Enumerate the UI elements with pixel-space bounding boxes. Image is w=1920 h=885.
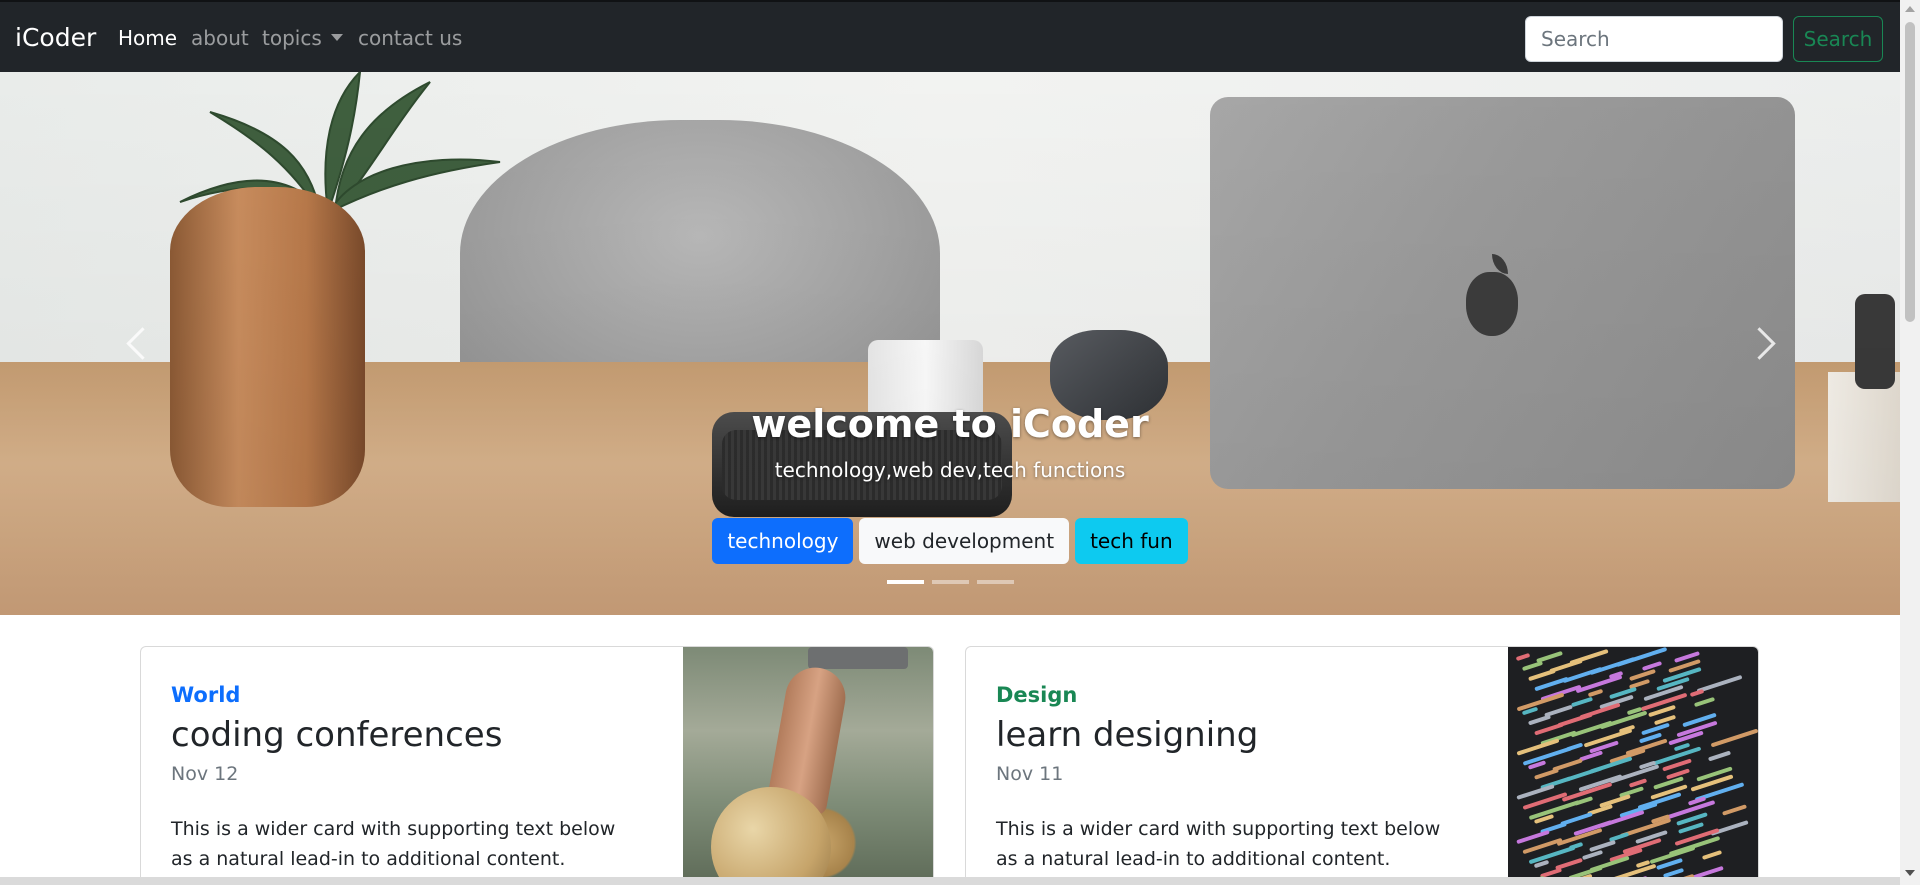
- code-line: [1689, 688, 1705, 698]
- card-date: Nov 11: [996, 763, 1064, 785]
- card-image-globe: [683, 647, 933, 884]
- code-line: [1570, 720, 1613, 738]
- code-line: [1533, 768, 1560, 780]
- carousel-next-button[interactable]: [1734, 318, 1784, 368]
- scroll-down-arrow-icon[interactable]: [1905, 870, 1915, 876]
- code-line: [1589, 839, 1616, 853]
- code-line: [1528, 668, 1556, 682]
- card-text: This is a wider card with supporting tex…: [996, 818, 1441, 870]
- nav-link-home[interactable]: Home: [118, 26, 177, 50]
- vertical-scrollbar[interactable]: [1900, 0, 1920, 885]
- carousel-indicator-3[interactable]: [976, 580, 1014, 584]
- code-line: [1562, 666, 1603, 684]
- code-line: [1707, 750, 1732, 762]
- watch-image: [808, 647, 908, 669]
- caret-down-icon: [330, 34, 343, 41]
- hero-subtitle: technology,web dev,tech functions: [774, 458, 1126, 482]
- code-line: [1570, 696, 1594, 708]
- card-learn-designing: Design learn designing Nov 11 This is a …: [965, 646, 1759, 885]
- scrollbar-thumb[interactable]: [1905, 22, 1915, 322]
- carousel-indicator-1[interactable]: [886, 580, 924, 584]
- code-line: [1521, 660, 1544, 672]
- code-line: [1693, 696, 1716, 708]
- code-line: [1710, 728, 1758, 748]
- card-title: coding conferences: [171, 715, 503, 755]
- nav-dropdown-topics[interactable]: topics: [262, 26, 343, 50]
- code-line: [1701, 850, 1723, 860]
- scroll-up-arrow-icon[interactable]: [1905, 6, 1915, 12]
- nav-link-contact[interactable]: contact us: [358, 26, 462, 50]
- hero-caption: welcome to iCoder technology,web dev,tec…: [0, 402, 1900, 482]
- tech-fun-button[interactable]: tech fun: [1075, 518, 1188, 564]
- code-line: [1629, 668, 1656, 682]
- chevron-left-icon: [125, 327, 159, 360]
- code-line: [1628, 778, 1648, 788]
- hero-title: welcome to iCoder: [751, 402, 1149, 446]
- code-line: [1515, 652, 1531, 662]
- code-line: [1581, 849, 1604, 861]
- carousel-indicator-2[interactable]: [931, 580, 969, 584]
- carousel-indicators: [0, 580, 1900, 584]
- code-line: [1599, 710, 1648, 730]
- card-title: learn designing: [996, 715, 1259, 755]
- card-coding-conferences: World coding conferences Nov 12 This is …: [140, 646, 934, 885]
- navbar: iCoder Home about topics contact us Sear…: [0, 0, 1900, 72]
- horizontal-scrollbar[interactable]: [0, 877, 1900, 885]
- code-line: [1721, 804, 1748, 816]
- search-button[interactable]: Search: [1793, 16, 1883, 62]
- search-input[interactable]: [1525, 16, 1783, 62]
- hero-carousel: welcome to iCoder technology,web dev,tec…: [0, 72, 1900, 615]
- card-category: World: [171, 683, 241, 707]
- brand-logo[interactable]: iCoder: [15, 23, 96, 52]
- nav-dropdown-topics-label: topics: [262, 26, 322, 50]
- nav-link-about[interactable]: about: [191, 26, 249, 50]
- hero-button-group: technology web development tech fun: [0, 518, 1900, 564]
- technology-button[interactable]: technology: [712, 518, 854, 564]
- code-line: [1534, 722, 1564, 736]
- card-image-code: [1508, 647, 1758, 884]
- card-category: Design: [996, 683, 1078, 707]
- card-date: Nov 12: [171, 763, 239, 785]
- code-line: [1527, 714, 1552, 726]
- chevron-right-icon: [1742, 327, 1776, 360]
- web-development-button[interactable]: web development: [859, 518, 1070, 564]
- carousel-prev-button[interactable]: [117, 318, 167, 368]
- card-text: This is a wider card with supporting tex…: [171, 818, 616, 870]
